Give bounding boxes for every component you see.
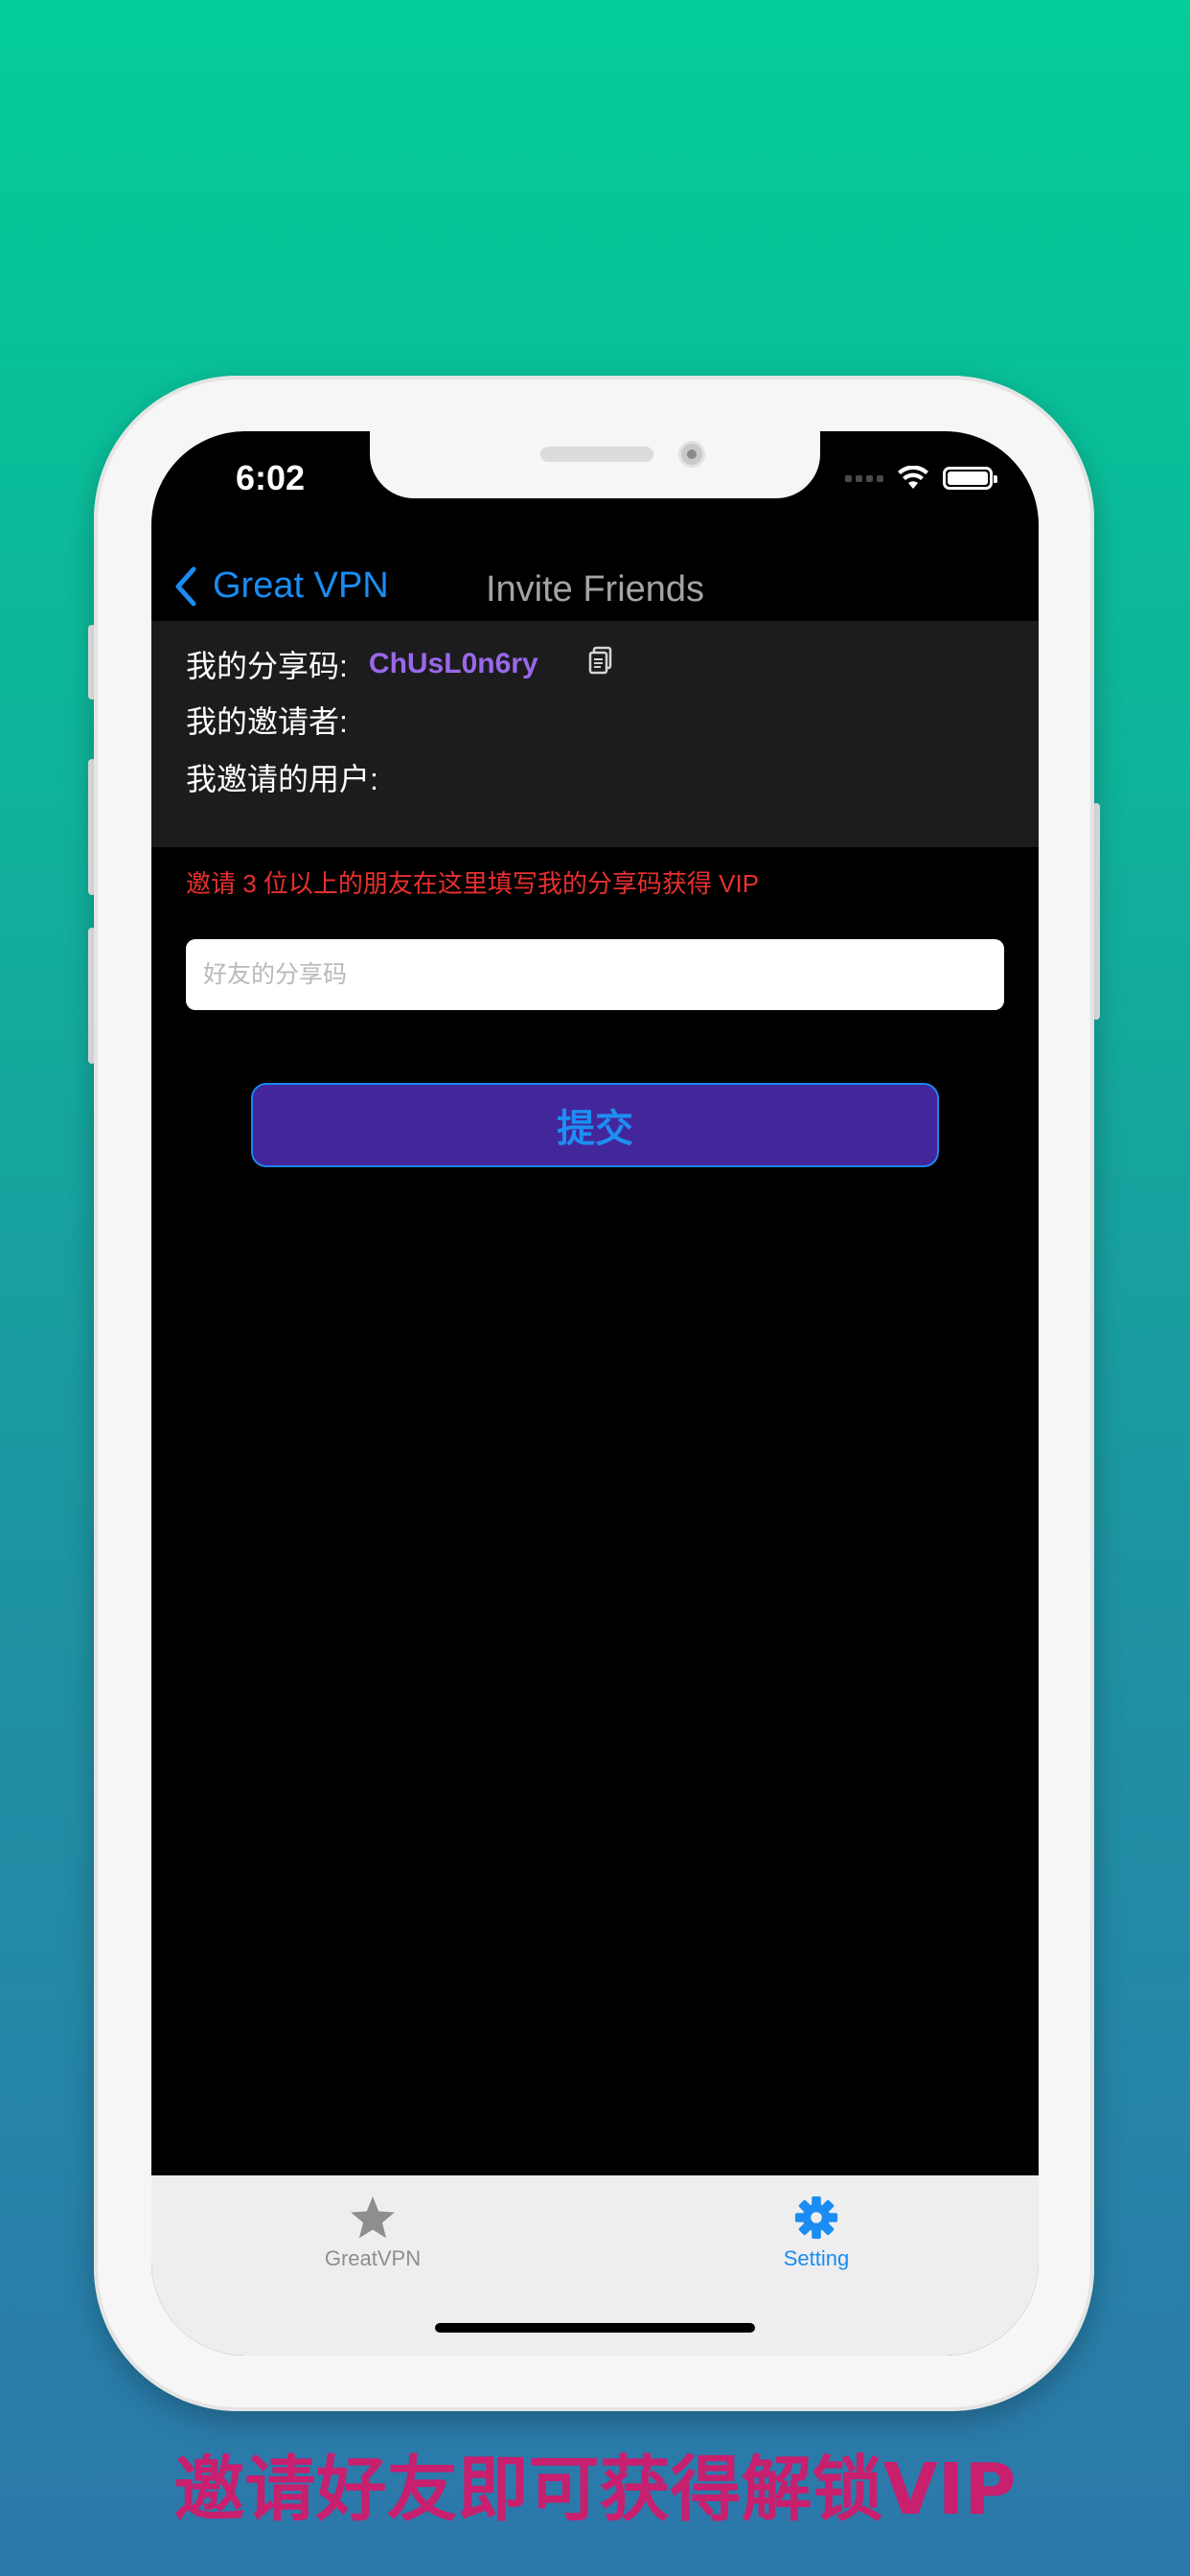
tab-label-greatvpn: GreatVPN [324,2246,422,2270]
tab-greatvpn[interactable]: GreatVPN [277,2195,469,2271]
promo-caption: 邀请好友即可获得解锁VIP [173,2449,1017,2531]
tab-setting[interactable]: Setting [721,2195,912,2271]
share-code-label: 我的分享码: [186,649,348,683]
copy-button[interactable] [588,646,613,682]
invited-users-label: 我邀请的用户: [186,762,378,796]
friend-code-input[interactable] [186,939,1004,1010]
tab-label-setting: Setting [783,2246,850,2270]
copy-icon [588,646,611,675]
invite-hint-text: 邀请 3 位以上的朋友在这里填写我的分享码获得 VIP [186,869,760,898]
share-code-value: ChUsL0n6ry [368,648,538,679]
share-code-row: 我的分享码: ChUsL0n6ry [186,642,613,686]
front-camera [678,441,705,468]
status-icons [845,466,997,491]
speaker [540,447,653,462]
submit-button[interactable]: 提交 [251,1083,939,1167]
cellular-signal-icon [845,474,883,482]
inviter-label: 我的邀请者: [186,704,348,739]
wifi-icon [898,466,928,489]
home-indicator [435,2323,755,2333]
invite-info-panel: 我的分享码: ChUsL0n6ry 我的邀请者: 我邀请的用户: [151,621,1039,847]
inviter-row: 我的邀请者: [186,698,348,742]
page-title: Invite Friends [485,569,705,610]
gear-icon [794,2196,838,2240]
navigation-bar: Great VPN Invite Friends [151,546,1039,623]
battery-icon [943,467,997,490]
status-time: 6:02 [236,458,306,497]
invited-users-row: 我邀请的用户: [186,755,378,799]
notch [370,431,820,498]
phone-screen: 6:02 Great VPN Invite Friends 我的分享码: ChU… [151,431,1039,2356]
star-icon [351,2196,395,2239]
